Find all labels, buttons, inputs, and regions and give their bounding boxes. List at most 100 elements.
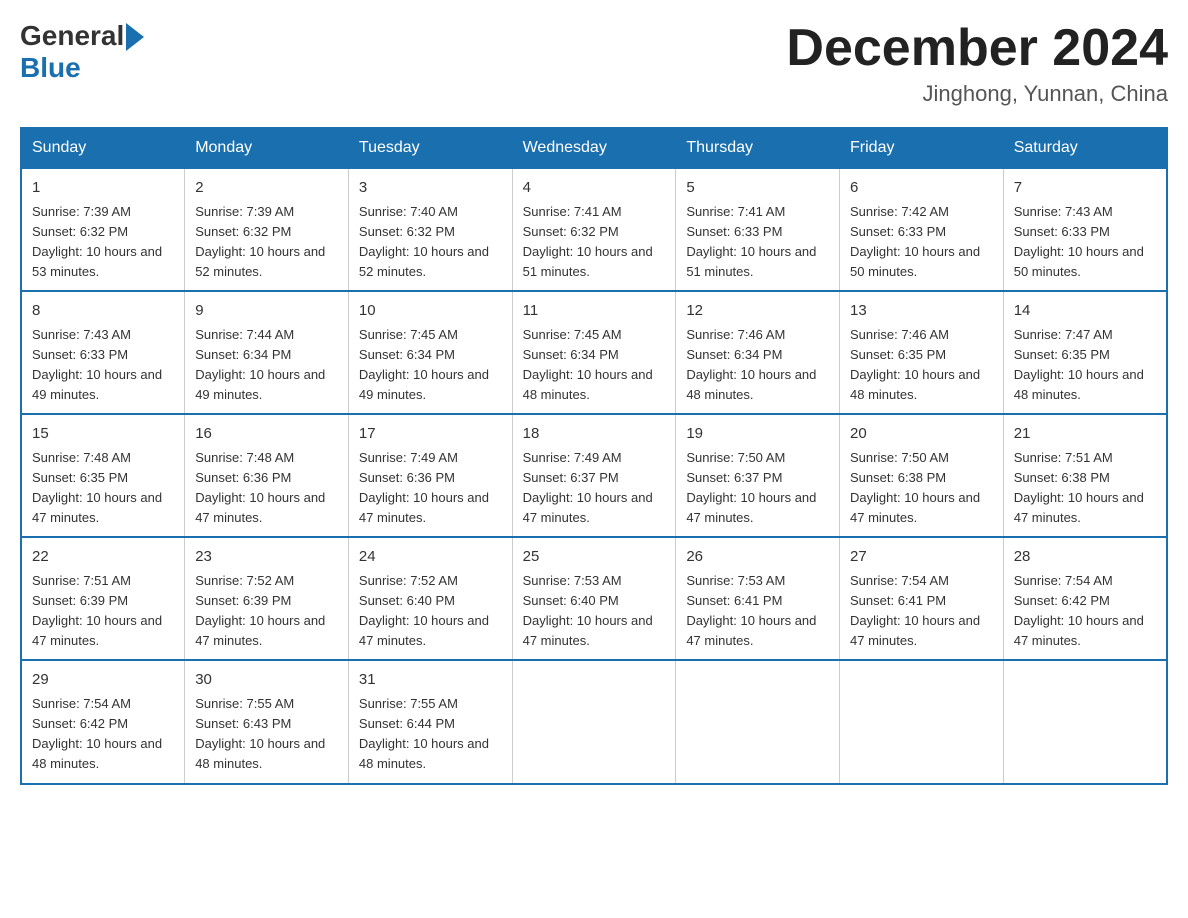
day-info: Sunrise: 7:54 AMSunset: 6:41 PMDaylight:… bbox=[850, 573, 980, 648]
day-info: Sunrise: 7:54 AMSunset: 6:42 PMDaylight:… bbox=[32, 696, 162, 771]
day-number: 19 bbox=[686, 423, 829, 446]
header-tuesday: Tuesday bbox=[348, 128, 512, 168]
day-info: Sunrise: 7:39 AMSunset: 6:32 PMDaylight:… bbox=[32, 204, 162, 279]
header-monday: Monday bbox=[185, 128, 349, 168]
calendar-cell: 2 Sunrise: 7:39 AMSunset: 6:32 PMDaylight… bbox=[185, 168, 349, 291]
day-info: Sunrise: 7:51 AMSunset: 6:39 PMDaylight:… bbox=[32, 573, 162, 648]
calendar-cell: 3 Sunrise: 7:40 AMSunset: 6:32 PMDaylight… bbox=[348, 168, 512, 291]
day-info: Sunrise: 7:52 AMSunset: 6:40 PMDaylight:… bbox=[359, 573, 489, 648]
calendar-table: SundayMondayTuesdayWednesdayThursdayFrid… bbox=[20, 127, 1168, 784]
calendar-cell: 18 Sunrise: 7:49 AMSunset: 6:37 PMDayligh… bbox=[512, 414, 676, 537]
day-number: 15 bbox=[32, 423, 174, 446]
day-info: Sunrise: 7:49 AMSunset: 6:37 PMDaylight:… bbox=[523, 450, 653, 525]
day-info: Sunrise: 7:51 AMSunset: 6:38 PMDaylight:… bbox=[1014, 450, 1144, 525]
calendar-week-row: 22 Sunrise: 7:51 AMSunset: 6:39 PMDayligh… bbox=[21, 537, 1167, 660]
calendar-cell bbox=[840, 660, 1004, 783]
day-info: Sunrise: 7:45 AMSunset: 6:34 PMDaylight:… bbox=[523, 327, 653, 402]
calendar-cell: 7 Sunrise: 7:43 AMSunset: 6:33 PMDaylight… bbox=[1003, 168, 1167, 291]
logo: General Blue bbox=[20, 20, 144, 84]
header-thursday: Thursday bbox=[676, 128, 840, 168]
calendar-cell: 23 Sunrise: 7:52 AMSunset: 6:39 PMDayligh… bbox=[185, 537, 349, 660]
day-info: Sunrise: 7:54 AMSunset: 6:42 PMDaylight:… bbox=[1014, 573, 1144, 648]
day-number: 2 bbox=[195, 177, 338, 200]
day-info: Sunrise: 7:42 AMSunset: 6:33 PMDaylight:… bbox=[850, 204, 980, 279]
day-number: 27 bbox=[850, 546, 993, 569]
calendar-cell bbox=[512, 660, 676, 783]
day-number: 8 bbox=[32, 300, 174, 323]
day-info: Sunrise: 7:41 AMSunset: 6:32 PMDaylight:… bbox=[523, 204, 653, 279]
day-number: 5 bbox=[686, 177, 829, 200]
calendar-cell: 5 Sunrise: 7:41 AMSunset: 6:33 PMDaylight… bbox=[676, 168, 840, 291]
day-info: Sunrise: 7:47 AMSunset: 6:35 PMDaylight:… bbox=[1014, 327, 1144, 402]
day-info: Sunrise: 7:39 AMSunset: 6:32 PMDaylight:… bbox=[195, 204, 325, 279]
calendar-week-row: 29 Sunrise: 7:54 AMSunset: 6:42 PMDayligh… bbox=[21, 660, 1167, 783]
calendar-cell: 8 Sunrise: 7:43 AMSunset: 6:33 PMDaylight… bbox=[21, 291, 185, 414]
day-info: Sunrise: 7:43 AMSunset: 6:33 PMDaylight:… bbox=[32, 327, 162, 402]
day-number: 9 bbox=[195, 300, 338, 323]
calendar-cell: 10 Sunrise: 7:45 AMSunset: 6:34 PMDayligh… bbox=[348, 291, 512, 414]
calendar-cell: 13Sunrise: 7:46 AMSunset: 6:35 PMDayligh… bbox=[840, 291, 1004, 414]
calendar-cell: 12 Sunrise: 7:46 AMSunset: 6:34 PMDayligh… bbox=[676, 291, 840, 414]
day-number: 26 bbox=[686, 546, 829, 569]
day-info: Sunrise: 7:53 AMSunset: 6:41 PMDaylight:… bbox=[686, 573, 816, 648]
day-number: 23 bbox=[195, 546, 338, 569]
day-number: 14 bbox=[1014, 300, 1156, 323]
day-info: Sunrise: 7:55 AMSunset: 6:43 PMDaylight:… bbox=[195, 696, 325, 771]
calendar-cell: 31 Sunrise: 7:55 AMSunset: 6:44 PMDayligh… bbox=[348, 660, 512, 783]
day-number: 24 bbox=[359, 546, 502, 569]
day-number: 31 bbox=[359, 669, 502, 692]
calendar-cell: 29 Sunrise: 7:54 AMSunset: 6:42 PMDayligh… bbox=[21, 660, 185, 783]
day-number: 3 bbox=[359, 177, 502, 200]
day-info: Sunrise: 7:55 AMSunset: 6:44 PMDaylight:… bbox=[359, 696, 489, 771]
day-number: 20 bbox=[850, 423, 993, 446]
day-info: Sunrise: 7:40 AMSunset: 6:32 PMDaylight:… bbox=[359, 204, 489, 279]
day-number: 11 bbox=[523, 300, 666, 323]
day-number: 10 bbox=[359, 300, 502, 323]
day-info: Sunrise: 7:48 AMSunset: 6:35 PMDaylight:… bbox=[32, 450, 162, 525]
calendar-cell: 27 Sunrise: 7:54 AMSunset: 6:41 PMDayligh… bbox=[840, 537, 1004, 660]
calendar-cell bbox=[1003, 660, 1167, 783]
title-section: December 2024 Jinghong, Yunnan, China bbox=[786, 20, 1168, 107]
day-number: 16 bbox=[195, 423, 338, 446]
day-number: 6 bbox=[850, 177, 993, 200]
calendar-cell: 11 Sunrise: 7:45 AMSunset: 6:34 PMDayligh… bbox=[512, 291, 676, 414]
calendar-cell: 6 Sunrise: 7:42 AMSunset: 6:33 PMDaylight… bbox=[840, 168, 1004, 291]
calendar-cell: 4Sunrise: 7:41 AMSunset: 6:32 PMDaylight… bbox=[512, 168, 676, 291]
month-year-title: December 2024 bbox=[786, 20, 1168, 77]
calendar-cell: 30Sunrise: 7:55 AMSunset: 6:43 PMDayligh… bbox=[185, 660, 349, 783]
day-number: 21 bbox=[1014, 423, 1156, 446]
day-info: Sunrise: 7:52 AMSunset: 6:39 PMDaylight:… bbox=[195, 573, 325, 648]
logo-arrow-icon bbox=[126, 23, 144, 51]
day-info: Sunrise: 7:48 AMSunset: 6:36 PMDaylight:… bbox=[195, 450, 325, 525]
calendar-cell: 24 Sunrise: 7:52 AMSunset: 6:40 PMDayligh… bbox=[348, 537, 512, 660]
calendar-cell: 26 Sunrise: 7:53 AMSunset: 6:41 PMDayligh… bbox=[676, 537, 840, 660]
calendar-cell: 28Sunrise: 7:54 AMSunset: 6:42 PMDayligh… bbox=[1003, 537, 1167, 660]
day-info: Sunrise: 7:46 AMSunset: 6:34 PMDaylight:… bbox=[686, 327, 816, 402]
calendar-cell: 16 Sunrise: 7:48 AMSunset: 6:36 PMDayligh… bbox=[185, 414, 349, 537]
calendar-cell: 25 Sunrise: 7:53 AMSunset: 6:40 PMDayligh… bbox=[512, 537, 676, 660]
day-info: Sunrise: 7:50 AMSunset: 6:38 PMDaylight:… bbox=[850, 450, 980, 525]
calendar-cell: 9 Sunrise: 7:44 AMSunset: 6:34 PMDaylight… bbox=[185, 291, 349, 414]
location-subtitle: Jinghong, Yunnan, China bbox=[786, 81, 1168, 107]
page-header: General Blue December 2024 Jinghong, Yun… bbox=[20, 20, 1168, 107]
day-number: 12 bbox=[686, 300, 829, 323]
calendar-cell: 14 Sunrise: 7:47 AMSunset: 6:35 PMDayligh… bbox=[1003, 291, 1167, 414]
day-number: 29 bbox=[32, 669, 174, 692]
day-number: 18 bbox=[523, 423, 666, 446]
day-number: 17 bbox=[359, 423, 502, 446]
day-number: 7 bbox=[1014, 177, 1156, 200]
day-info: Sunrise: 7:41 AMSunset: 6:33 PMDaylight:… bbox=[686, 204, 816, 279]
day-number: 22 bbox=[32, 546, 174, 569]
header-sunday: Sunday bbox=[21, 128, 185, 168]
day-info: Sunrise: 7:43 AMSunset: 6:33 PMDaylight:… bbox=[1014, 204, 1144, 279]
day-info: Sunrise: 7:53 AMSunset: 6:40 PMDaylight:… bbox=[523, 573, 653, 648]
calendar-cell: 21 Sunrise: 7:51 AMSunset: 6:38 PMDayligh… bbox=[1003, 414, 1167, 537]
day-info: Sunrise: 7:50 AMSunset: 6:37 PMDaylight:… bbox=[686, 450, 816, 525]
calendar-week-row: 15 Sunrise: 7:48 AMSunset: 6:35 PMDayligh… bbox=[21, 414, 1167, 537]
day-number: 1 bbox=[32, 177, 174, 200]
day-info: Sunrise: 7:44 AMSunset: 6:34 PMDaylight:… bbox=[195, 327, 325, 402]
calendar-week-row: 1 Sunrise: 7:39 AMSunset: 6:32 PMDaylight… bbox=[21, 168, 1167, 291]
day-number: 25 bbox=[523, 546, 666, 569]
day-info: Sunrise: 7:45 AMSunset: 6:34 PMDaylight:… bbox=[359, 327, 489, 402]
header-friday: Friday bbox=[840, 128, 1004, 168]
